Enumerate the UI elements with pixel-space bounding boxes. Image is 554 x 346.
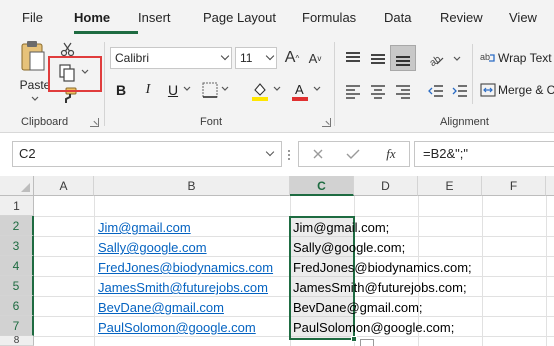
- svg-text:A: A: [295, 82, 304, 97]
- copy-highlight-box: [48, 56, 102, 92]
- row-header-3[interactable]: 3: [0, 236, 34, 256]
- font-launcher-icon[interactable]: [322, 118, 331, 127]
- name-box[interactable]: C2: [12, 141, 282, 167]
- clipboard-group-label: Clipboard: [21, 116, 69, 128]
- active-tab-indicator: [74, 31, 138, 34]
- tab-page-layout[interactable]: Page Layout: [203, 10, 276, 25]
- fill-color-icon[interactable]: [250, 80, 270, 102]
- align-top-icon[interactable]: [343, 48, 363, 68]
- formula-bar: C2 fx =B2&";": [0, 134, 554, 176]
- tab-insert[interactable]: Insert: [138, 10, 171, 25]
- tab-home[interactable]: Home: [74, 10, 110, 25]
- align-bottom-icon: [393, 48, 413, 68]
- cell-b4[interactable]: FredJones@biodynamics.com: [98, 258, 273, 278]
- font-size-combo[interactable]: 11: [235, 47, 277, 69]
- tab-data[interactable]: Data: [384, 10, 411, 25]
- font-size-value: 11: [240, 51, 253, 65]
- tab-view[interactable]: View: [509, 10, 537, 25]
- chevron-down-icon: [265, 51, 275, 61]
- column-header-d[interactable]: D: [354, 176, 418, 196]
- orientation-dropdown-icon[interactable]: [452, 54, 462, 64]
- select-all-button[interactable]: [0, 176, 34, 196]
- formula-bar-grip-icon[interactable]: [284, 148, 294, 162]
- ribbon-tabs: File Home Insert Page Layout Formulas Da…: [0, 0, 554, 36]
- orientation-icon[interactable]: ab: [426, 48, 446, 68]
- row-header-7[interactable]: 7: [0, 316, 34, 336]
- font-name-combo[interactable]: Calibri: [110, 47, 232, 69]
- row-header-6[interactable]: 6: [0, 296, 34, 316]
- wrap-text-icon: ab: [479, 48, 497, 66]
- formula-input[interactable]: =B2&";": [414, 141, 554, 167]
- name-box-value: C2: [19, 146, 36, 161]
- font-name-value: Calibri: [115, 51, 150, 65]
- borders-dropdown-icon[interactable]: [220, 84, 230, 94]
- row-header-4[interactable]: 4: [0, 256, 34, 276]
- clipboard-launcher-icon[interactable]: [90, 118, 99, 127]
- underline-icon[interactable]: U: [165, 81, 181, 99]
- gridline: [94, 196, 95, 346]
- enter-icon[interactable]: [345, 146, 361, 162]
- column-header-c[interactable]: C: [290, 176, 354, 196]
- borders-icon[interactable]: [200, 80, 220, 100]
- cell-b3[interactable]: Sally@google.com: [98, 238, 207, 258]
- group-separator: [104, 42, 105, 126]
- cell-b7[interactable]: PaulSolomon@google.com: [98, 318, 256, 338]
- cancel-icon[interactable]: [310, 146, 326, 162]
- align-middle-icon[interactable]: [368, 48, 388, 68]
- tab-file[interactable]: File: [22, 10, 43, 25]
- paste-button[interactable]: Paste: [18, 78, 52, 92]
- cell-c4[interactable]: FredJones@biodynamics.com;: [293, 258, 472, 278]
- group-separator: [334, 42, 335, 126]
- row-header-1[interactable]: 1: [0, 196, 34, 216]
- row-header-2[interactable]: 2: [0, 216, 34, 236]
- column-header-b[interactable]: B: [94, 176, 290, 196]
- paste-dropdown-icon[interactable]: [29, 94, 41, 104]
- row-header-8[interactable]: 8: [0, 336, 34, 346]
- merge-center-button[interactable]: Merge & C: [498, 83, 554, 97]
- wrap-text-button[interactable]: Wrap Text: [498, 51, 552, 65]
- gridline: [482, 196, 483, 346]
- decrease-indent-icon[interactable]: [426, 82, 446, 100]
- chevron-down-icon: [265, 147, 275, 157]
- underline-dropdown-icon[interactable]: [182, 84, 192, 94]
- font-color-icon[interactable]: A: [290, 80, 310, 102]
- fill-handle[interactable]: [351, 336, 357, 342]
- alignment-group-label: Alignment: [440, 116, 489, 128]
- tab-review[interactable]: Review: [440, 10, 483, 25]
- column-header-f[interactable]: F: [482, 176, 546, 196]
- insert-function-button[interactable]: fx: [382, 145, 400, 163]
- tab-formulas[interactable]: Formulas: [302, 10, 356, 25]
- cell-c6[interactable]: BevDane@gmail.com;: [293, 298, 423, 318]
- column-header-g[interactable]: [546, 176, 554, 196]
- merge-center-icon: [479, 81, 497, 99]
- align-right-icon[interactable]: [393, 82, 413, 100]
- shrink-font-icon[interactable]: Av: [305, 48, 325, 68]
- italic-icon[interactable]: I: [140, 81, 156, 99]
- cell-c3[interactable]: Sally@google.com;: [293, 238, 405, 258]
- font-color-dropdown-icon[interactable]: [312, 84, 322, 94]
- cell-c5[interactable]: JamesSmith@futurejobs.com;: [293, 278, 467, 298]
- gridline: [546, 196, 547, 346]
- fill-color-dropdown-icon[interactable]: [272, 84, 282, 94]
- font-group-label: Font: [200, 116, 223, 128]
- cell-b5[interactable]: JamesSmith@futurejobs.com: [98, 278, 268, 298]
- quick-analysis-icon[interactable]: [360, 339, 374, 346]
- row-header-5[interactable]: 5: [0, 276, 34, 296]
- cell-b2[interactable]: Jim@gmail.com: [98, 218, 191, 238]
- align-left-icon[interactable]: [343, 82, 363, 100]
- cell-c7[interactable]: PaulSolomon@google.com;: [293, 318, 454, 338]
- align-center-icon[interactable]: [368, 82, 388, 100]
- column-header-a[interactable]: A: [34, 176, 94, 196]
- bold-icon[interactable]: B: [113, 81, 129, 99]
- group-separator: [472, 44, 473, 104]
- increase-indent-icon[interactable]: [450, 82, 470, 100]
- chevron-down-icon: [220, 51, 230, 61]
- svg-text:ab: ab: [480, 52, 490, 62]
- cell-b6[interactable]: BevDane@gmail.com: [98, 298, 224, 318]
- cell-c2[interactable]: Jim@gmail.com;: [293, 218, 389, 238]
- column-header-e[interactable]: E: [418, 176, 482, 196]
- paste-icon[interactable]: [18, 40, 48, 80]
- grow-font-icon[interactable]: A ^: [282, 48, 302, 68]
